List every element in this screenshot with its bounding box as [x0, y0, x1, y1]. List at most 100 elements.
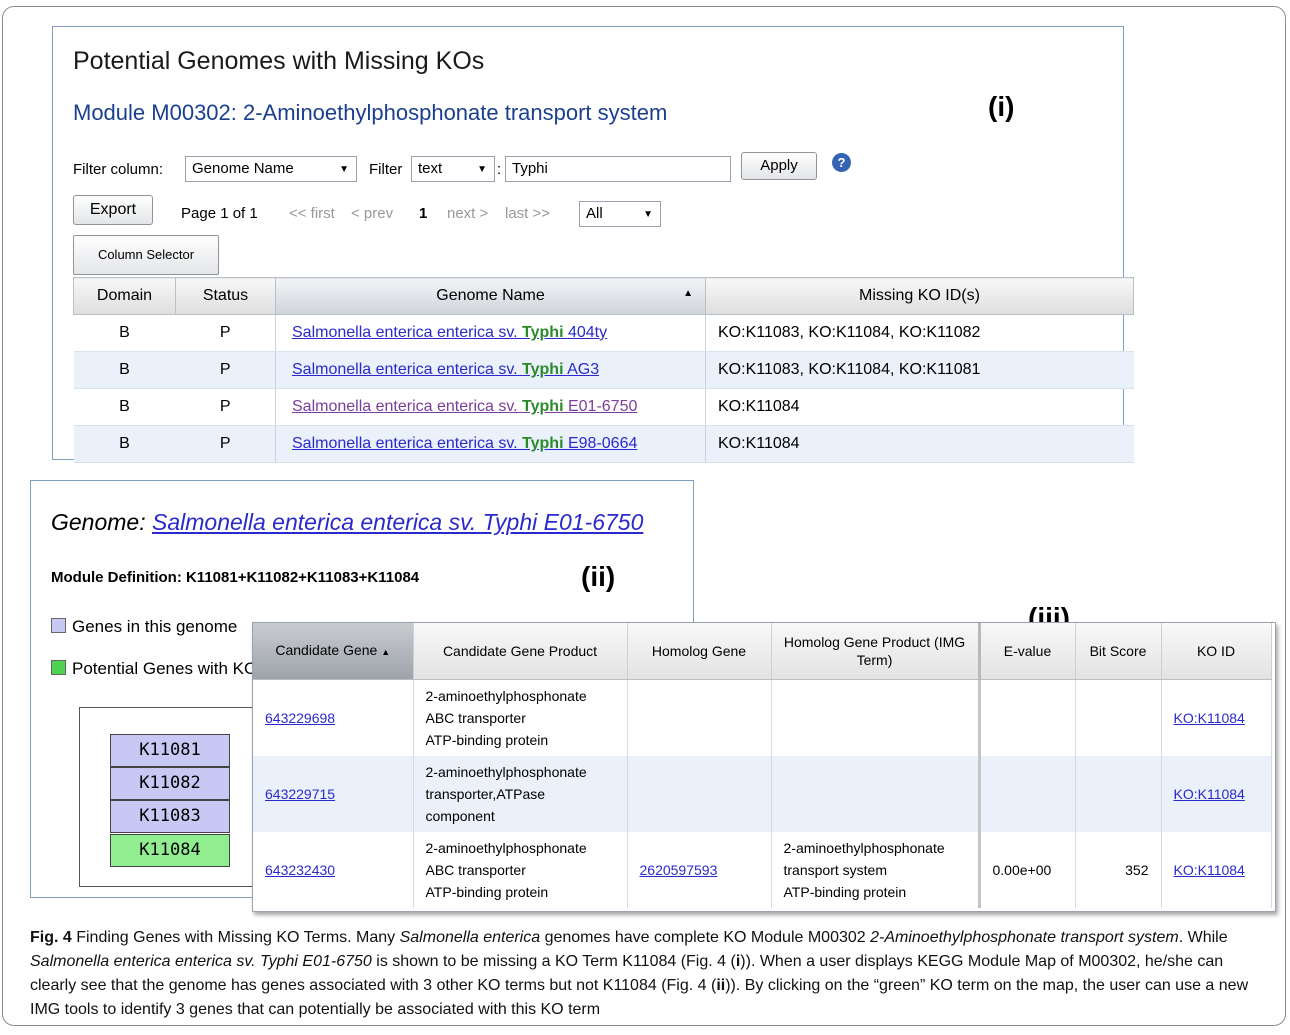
rows-per-page-select[interactable]: All ▼	[579, 201, 661, 227]
evalue-cell	[979, 679, 1076, 756]
next-page-link[interactable]: next >	[447, 205, 488, 222]
homolog-product-cell	[771, 679, 981, 756]
ko-block-k11081[interactable]: K11081	[110, 734, 230, 767]
column-header-genome-name[interactable]: Genome Name ▲	[275, 277, 706, 315]
legend-genes-in-genome: Genes in this genome	[51, 617, 237, 637]
homolog-gene-link[interactable]: 2620597593	[640, 862, 718, 878]
caption-text: is shown to be missing a KO Term K11084 …	[371, 953, 736, 970]
genome-link[interactable]: Salmonella enterica enterica sv. Typhi E…	[292, 435, 637, 452]
export-button[interactable]: Export	[73, 195, 153, 225]
column-header-label: Genome Name	[436, 287, 545, 304]
rows-per-page-value: All	[586, 205, 603, 222]
genome-link-highlight: Typhi	[522, 398, 564, 415]
legend-swatch-green	[51, 660, 66, 675]
ko-id-link[interactable]: KO:K11084	[1174, 862, 1245, 878]
table-row: 643229698 2-aminoethylphosphonate ABC tra…	[253, 679, 1272, 756]
candidate-gene-link[interactable]: 643229698	[265, 710, 335, 726]
ko-block-k11084[interactable]: K11084	[110, 834, 230, 867]
product-line: ABC transporter	[425, 862, 526, 878]
candidate-gene-cell: 643229715	[253, 756, 414, 832]
genome-link-prefix: Salmonella enterica enterica sv.	[292, 435, 518, 452]
page-info: Page 1 of 1	[181, 205, 258, 222]
genome-link-prefix: Salmonella enterica enterica sv.	[292, 398, 518, 415]
domain-cell: B	[73, 351, 176, 389]
homolog-gene-cell	[627, 756, 772, 832]
genome-link-suffix: 404ty	[567, 324, 608, 341]
product-line: transporter,ATPase	[425, 786, 546, 802]
candidate-product-cell: 2-aminoethylphosphonate ABC transporter AT…	[413, 679, 628, 756]
ko-id-cell: KO:K11084	[1161, 679, 1272, 756]
genome-title: Genome: Salmonella enterica enterica sv.…	[51, 509, 643, 536]
genome-link[interactable]: Salmonella enterica enterica sv. Typhi E…	[292, 398, 637, 415]
help-icon[interactable]: ?	[832, 153, 851, 172]
column-selector-button[interactable]: Column Selector	[73, 235, 219, 275]
column-header-status[interactable]: Status	[175, 277, 276, 315]
column-header-evalue[interactable]: E-value	[979, 623, 1076, 680]
product-line: 2-aminoethylphosphonate	[425, 764, 587, 780]
panel-label: (i)	[988, 91, 1015, 122]
apply-button[interactable]: Apply	[741, 152, 817, 180]
column-header-label: Candidate Gene	[275, 642, 378, 658]
genome-link-prefix: Salmonella enterica enterica sv.	[292, 361, 518, 378]
homolog-gene-cell	[627, 679, 772, 756]
candidate-gene-link[interactable]: 643229715	[265, 786, 335, 802]
legend-swatch-blue	[51, 618, 66, 633]
genome-link[interactable]: Salmonella enterica enterica sv. Typhi A…	[292, 361, 599, 378]
filter-column-label: Filter column:	[73, 161, 164, 178]
candidate-genes-panel: Candidate Gene ▲ Candidate Gene Product …	[252, 622, 1276, 912]
ko-id-link[interactable]: KO:K11084	[1174, 710, 1245, 726]
filter-type-value: text	[418, 160, 443, 177]
caption-italic: Salmonella enterica	[399, 929, 541, 946]
legend-label: Potential Genes with KO	[72, 659, 258, 678]
product-line: ABC transporter	[425, 710, 526, 726]
table-row: B P Salmonella enterica enterica sv. Typ…	[73, 425, 1134, 463]
ko-id-cell: KO:K11084	[1161, 832, 1272, 908]
bit-score-cell	[1075, 679, 1162, 756]
genome-name-cell: Salmonella enterica enterica sv. Typhi E…	[275, 425, 706, 463]
prev-page-link[interactable]: < prev	[351, 205, 393, 222]
missing-ko-cell: KO:K11084	[705, 425, 1134, 463]
table-row: 643232430 2-aminoethylphosphonate ABC tra…	[253, 832, 1272, 908]
ko-id-link[interactable]: KO:K11084	[1174, 786, 1245, 802]
last-page-link[interactable]: last >>	[505, 205, 550, 222]
genome-link-prefix: Salmonella enterica enterica sv.	[292, 324, 518, 341]
chevron-down-icon: ▼	[643, 209, 653, 220]
column-header-candidate-product[interactable]: Candidate Gene Product	[413, 623, 628, 680]
missing-ko-cell: KO:K11084	[705, 388, 1134, 426]
column-header-homolog-product[interactable]: Homolog Gene Product (IMG Term)	[771, 623, 981, 680]
column-header-bit-score[interactable]: Bit Score	[1075, 623, 1162, 680]
candidate-gene-link[interactable]: 643232430	[265, 862, 335, 878]
column-header-domain[interactable]: Domain	[73, 277, 176, 315]
status-cell: P	[175, 351, 276, 389]
genome-link-highlight: Typhi	[522, 435, 564, 452]
genome-link-highlight: Typhi	[522, 361, 564, 378]
column-header-missing-ko[interactable]: Missing KO ID(s)	[705, 277, 1134, 315]
genome-link[interactable]: Salmonella enterica enterica sv. Typhi 4…	[292, 324, 607, 341]
evalue-cell	[979, 756, 1076, 832]
ko-block-k11082[interactable]: K11082	[110, 767, 230, 800]
table-row: 643229715 2-aminoethylphosphonate transpo…	[253, 756, 1272, 832]
column-header-candidate-gene[interactable]: Candidate Gene ▲	[253, 623, 414, 680]
page-title: Potential Genomes with Missing KOs	[73, 47, 485, 75]
status-cell: P	[175, 388, 276, 426]
product-line: 2-aminoethylphosphonate	[783, 840, 945, 856]
table-row: B P Salmonella enterica enterica sv. Typ…	[73, 351, 1134, 389]
first-page-link[interactable]: << first	[289, 205, 335, 222]
table-row: B P Salmonella enterica enterica sv. Typ…	[73, 388, 1134, 426]
column-header-homolog-gene[interactable]: Homolog Gene	[627, 623, 772, 680]
filter-text-value: Typhi	[512, 160, 548, 177]
caption-italic: Salmonella enterica enterica sv. Typhi E…	[30, 953, 372, 970]
column-header-ko-id[interactable]: KO ID	[1161, 623, 1272, 680]
genome-title-link[interactable]: Salmonella enterica enterica sv. Typhi E…	[152, 509, 643, 535]
legend-potential-genes: Potential Genes with KO	[51, 659, 257, 679]
filter-text-input[interactable]: Typhi	[505, 156, 731, 182]
bit-score-cell: 352	[1075, 832, 1162, 908]
filter-type-select[interactable]: text ▼	[411, 156, 495, 182]
panel-label: (ii)	[581, 561, 616, 592]
candidate-product-cell: 2-aminoethylphosphonate ABC transporter AT…	[413, 832, 628, 908]
caption-text: . While	[1178, 929, 1228, 946]
filter-column-select[interactable]: Genome Name ▼	[185, 156, 357, 182]
status-cell: P	[175, 425, 276, 463]
ko-block-k11083[interactable]: K11083	[110, 800, 230, 833]
caption-italic: 2-Aminoethylphosphonate transport system	[870, 929, 1179, 946]
